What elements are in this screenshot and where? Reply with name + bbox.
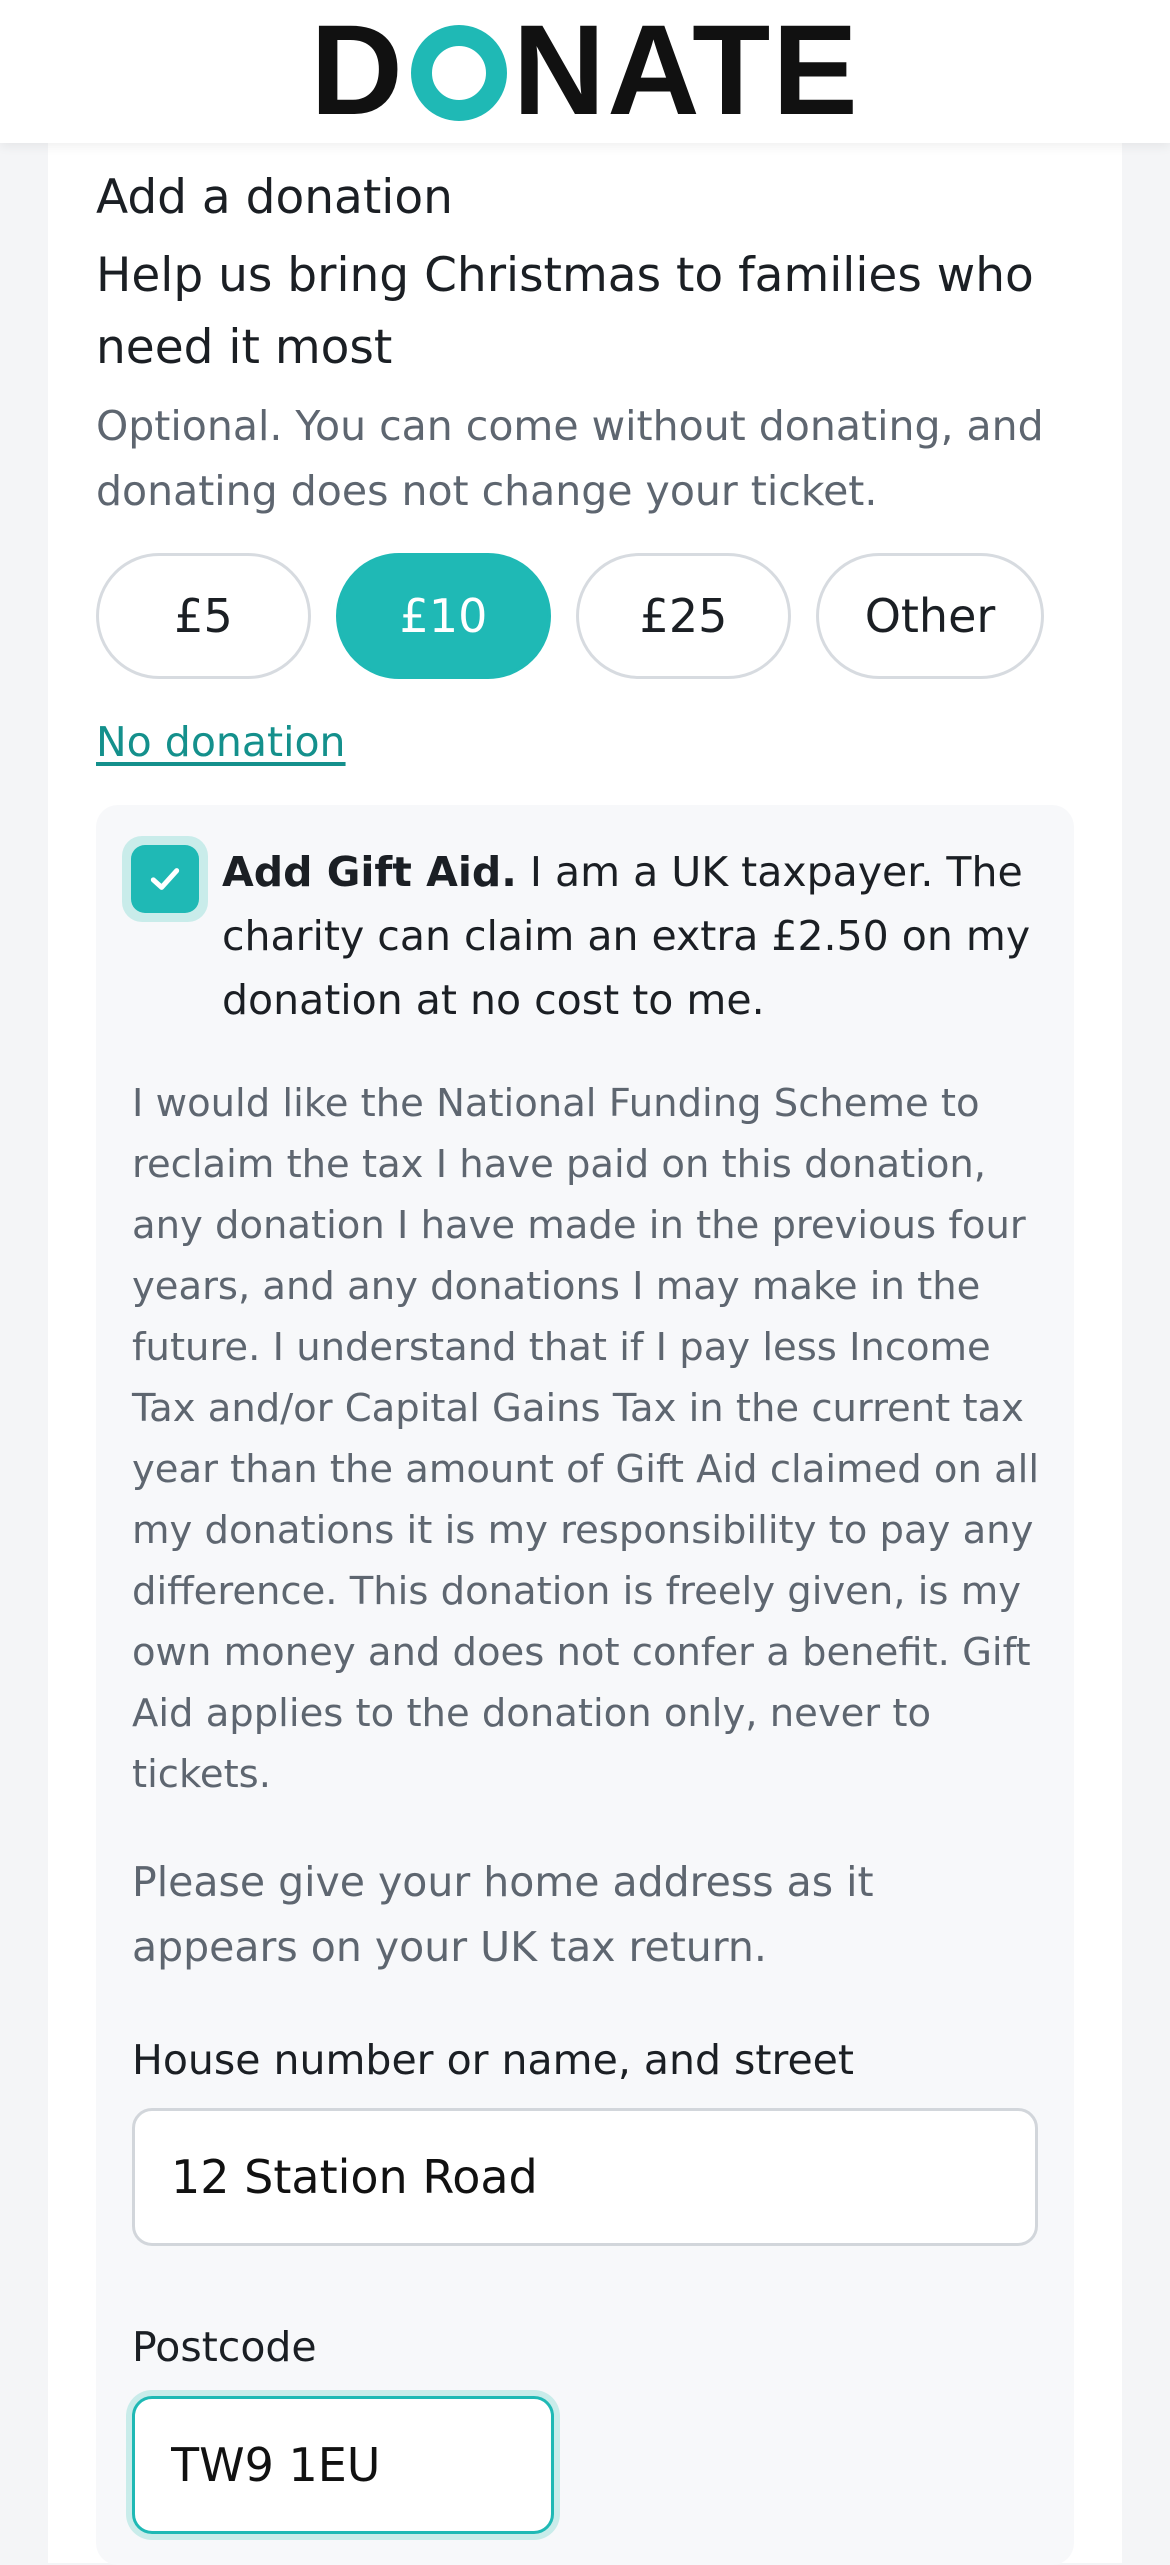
amount-label: £5 xyxy=(174,589,233,643)
street-input[interactable] xyxy=(132,2108,1038,2246)
amount-label: £25 xyxy=(639,589,728,643)
street-label: House number or name, and street xyxy=(132,2036,854,2084)
no-donation-link[interactable]: No donation xyxy=(96,718,346,766)
amount-label: £10 xyxy=(399,589,488,643)
address-note: Please give your home address as it appe… xyxy=(132,1858,874,1971)
donate-logo: D NATE xyxy=(310,0,860,142)
amount-button-10[interactable]: £10 xyxy=(336,553,551,679)
amount-button-5[interactable]: £5 xyxy=(96,553,311,679)
amount-button-other[interactable]: Other xyxy=(816,553,1044,679)
postcode-input[interactable] xyxy=(132,2396,554,2534)
gift-aid-checkbox[interactable] xyxy=(131,845,199,913)
logo-ring-o xyxy=(410,24,507,121)
amount-button-25[interactable]: £25 xyxy=(576,553,791,679)
check-icon xyxy=(150,868,180,890)
gift-aid-label[interactable]: Add Gift Aid. I am a UK taxpayer. The ch… xyxy=(222,840,1042,1032)
postcode-label: Postcode xyxy=(132,2323,317,2371)
gift-aid-label-bold: Add Gift Aid. xyxy=(222,848,517,896)
section-title: Add a donation xyxy=(96,170,453,225)
amount-label: Other xyxy=(864,589,996,643)
gift-aid-declaration: I would like the National Funding Scheme… xyxy=(132,1081,1040,1797)
app-header: D NATE xyxy=(0,0,1170,143)
donation-headline: Help us bring Christmas to families who … xyxy=(96,248,1034,375)
optional-note: Optional. You can come without donating,… xyxy=(96,402,1044,515)
